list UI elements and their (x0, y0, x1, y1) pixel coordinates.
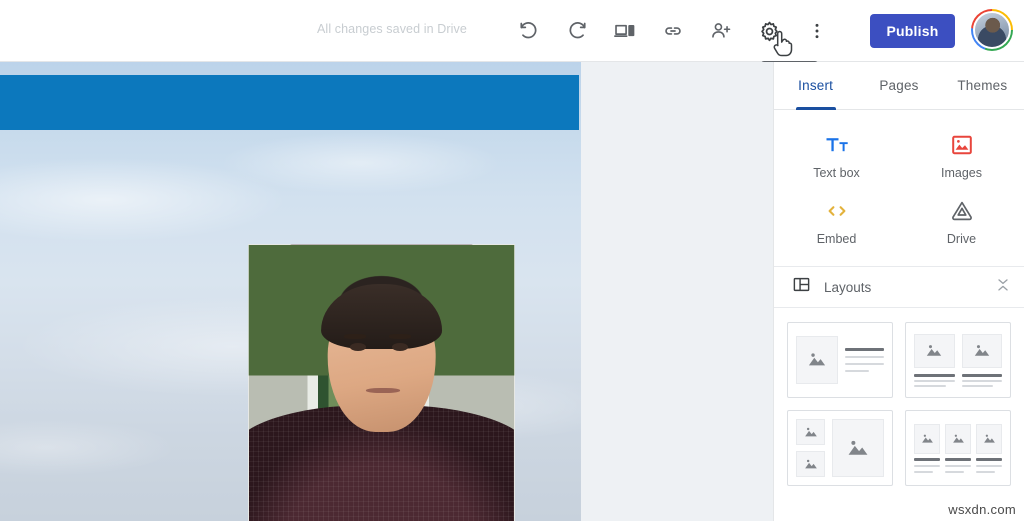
gear-icon (758, 20, 781, 43)
site-canvas[interactable] (0, 62, 581, 521)
layout-three-images-with-text[interactable] (905, 410, 1011, 486)
save-status-text: All changes saved in Drive (317, 22, 467, 36)
layouts-grid-icon (792, 275, 811, 299)
text-box-icon (825, 133, 849, 157)
redo-button[interactable] (553, 10, 601, 52)
panel-tab-bar: Insert Pages Themes (774, 62, 1024, 110)
drive-icon (950, 199, 974, 223)
avatar[interactable] (971, 9, 1013, 51)
add-person-icon (710, 20, 732, 42)
layout-two-small-one-large-image[interactable] (787, 410, 893, 486)
layout-image-placeholder (945, 423, 971, 454)
publish-button[interactable]: Publish (870, 14, 955, 48)
layout-text-lines (914, 373, 955, 387)
settings-button[interactable] (745, 10, 793, 57)
watermark: wsxdn.com (948, 502, 1016, 517)
images-icon (950, 133, 974, 157)
top-toolbar: All changes saved in Drive Publish (0, 0, 1024, 62)
photo-eye-right (392, 343, 408, 351)
canvas-image[interactable] (248, 244, 515, 521)
insert-item-images[interactable]: Images (899, 124, 1024, 190)
copy-link-button[interactable] (649, 10, 697, 52)
editor-workarea (0, 62, 773, 521)
site-banner[interactable] (0, 75, 579, 130)
layout-image-placeholder (961, 333, 1002, 368)
insert-item-embed[interactable]: Embed (774, 190, 899, 256)
tab-themes[interactable]: Themes (941, 62, 1024, 110)
insert-item-drive[interactable]: Drive (899, 190, 1024, 256)
toolbar-icon-group (505, 10, 841, 57)
photo-hair (320, 283, 443, 349)
share-button[interactable] (697, 10, 745, 52)
layout-image-placeholder (976, 423, 1002, 454)
layouts-thumbnail-grid (774, 308, 1024, 500)
layout-image-placeholder (796, 419, 826, 445)
more-vert-icon (807, 21, 827, 41)
layout-text-lines (845, 348, 884, 372)
layouts-section-header[interactable]: Layouts (774, 266, 1024, 308)
avatar-image (973, 11, 1011, 49)
photo-brow-left (344, 334, 366, 339)
embed-icon (825, 199, 849, 223)
tab-insert[interactable]: Insert (774, 62, 857, 110)
layout-image-placeholder (914, 423, 940, 454)
more-options-button[interactable] (793, 10, 841, 52)
preview-icon (614, 20, 636, 42)
photo-eye-left (349, 343, 366, 351)
google-sites-editor: All changes saved in Drive Publish Inser… (0, 0, 1024, 521)
tab-pages[interactable]: Pages (857, 62, 940, 110)
layout-image-placeholder (796, 451, 826, 477)
layout-image-placeholder (796, 336, 839, 384)
insert-item-label: Text box (813, 166, 860, 180)
preview-button[interactable] (601, 10, 649, 52)
photo-brow-right (389, 334, 411, 339)
layouts-section-title: Layouts (824, 279, 872, 295)
layout-image-placeholder (914, 333, 955, 368)
layout-image-placeholder (832, 419, 884, 477)
link-icon (662, 20, 684, 42)
insert-item-label: Embed (816, 232, 857, 246)
collapse-chevrons-icon[interactable] (996, 277, 1010, 298)
photo-mouth (365, 387, 401, 393)
insert-panel: Insert Pages Themes Text box Images Embe… (773, 62, 1024, 521)
insert-items-grid: Text box Images Embed Drive (774, 110, 1024, 266)
insert-item-label: Drive (946, 232, 977, 246)
insert-item-label: Images (941, 166, 982, 180)
redo-icon (566, 20, 588, 42)
undo-button[interactable] (505, 10, 553, 52)
undo-icon (518, 20, 540, 42)
insert-item-text-box[interactable]: Text box (774, 124, 899, 190)
layout-two-images-with-text[interactable] (905, 322, 1011, 398)
layout-image-left-text-right[interactable] (787, 322, 893, 398)
layout-text-lines (961, 373, 1002, 387)
